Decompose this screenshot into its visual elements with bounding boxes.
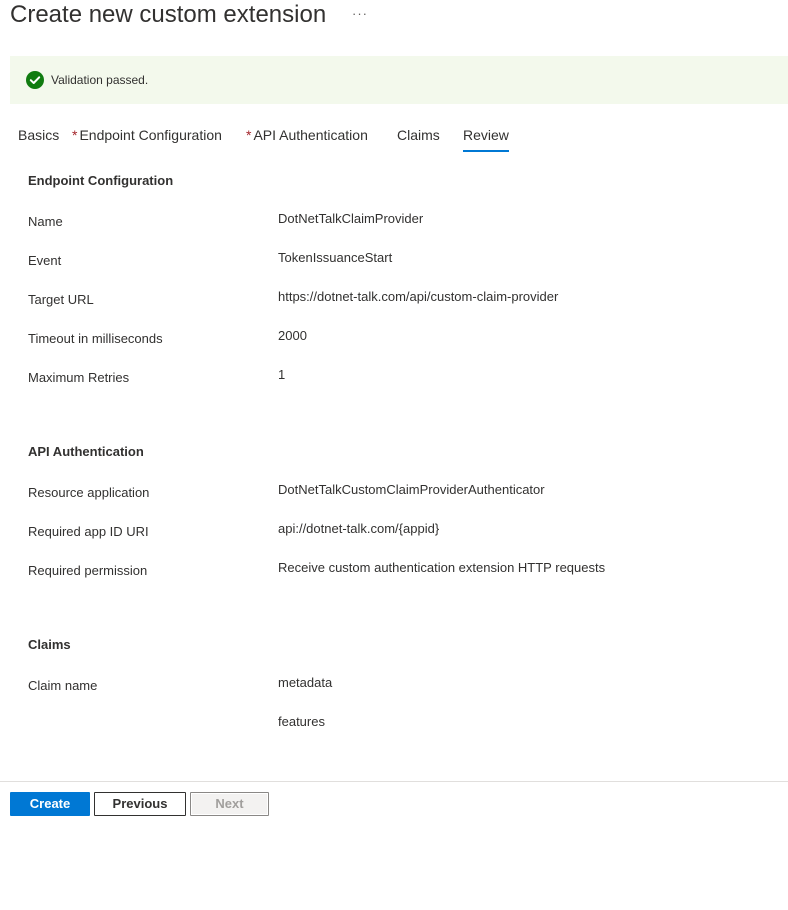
tab-label: Basics (18, 127, 60, 143)
validation-banner: Validation passed. (10, 56, 788, 104)
check-circle-icon (26, 71, 44, 89)
next-button: Next (190, 792, 269, 816)
field-label-resource-application: Resource application (28, 485, 150, 500)
field-value-max-retries: 1 (278, 367, 286, 382)
field-label-target-url: Target URL (28, 292, 94, 307)
field-label-timeout: Timeout in milliseconds (28, 331, 163, 346)
create-button[interactable]: Create (10, 792, 90, 816)
field-label-app-id-uri: Required app ID URI (28, 524, 149, 539)
tab-api-authentication[interactable]: * API Authentication (246, 126, 368, 152)
required-marker: * (246, 127, 252, 143)
field-value-target-url: https://dotnet-talk.com/api/custom-claim… (278, 289, 559, 304)
tab-label: Review (463, 127, 509, 143)
tab-claims[interactable]: Claims (397, 126, 440, 152)
claim-value-features: features (278, 714, 325, 729)
required-marker: * (72, 127, 78, 143)
field-label-claim-name: Claim name (28, 678, 98, 693)
field-value-timeout: 2000 (278, 328, 307, 343)
more-options-icon[interactable]: ··· (352, 4, 372, 24)
wizard-tabs: Basics * Endpoint Configuration * API Auth… (0, 120, 788, 156)
claim-value-metadata: metadata (278, 675, 333, 690)
field-label-event: Event (28, 253, 62, 268)
tab-review[interactable]: Review (463, 126, 509, 152)
tab-label: Endpoint Configuration (79, 127, 222, 143)
field-value-resource-application: DotNetTalkCustomClaimProviderAuthenticat… (278, 482, 545, 497)
page-title: Create new custom extension (10, 1, 327, 28)
api-auth-section-title: API Authentication (28, 444, 144, 459)
footer-divider (0, 781, 788, 782)
field-value-event: TokenIssuanceStart (278, 250, 393, 265)
field-value-name: DotNetTalkClaimProvider (278, 211, 424, 226)
tab-label: Claims (397, 127, 440, 143)
tab-endpoint-configuration[interactable]: * Endpoint Configuration (72, 126, 222, 152)
previous-button[interactable]: Previous (94, 792, 186, 816)
claims-section-title: Claims (28, 637, 71, 652)
validation-message: Validation passed. (51, 73, 149, 87)
tab-label: API Authentication (253, 127, 368, 143)
field-label-name: Name (28, 214, 63, 229)
field-label-max-retries: Maximum Retries (28, 370, 130, 385)
field-label-required-permission: Required permission (28, 563, 148, 578)
field-value-required-permission: Receive custom authentication extension … (278, 560, 606, 575)
endpoint-section-title: Endpoint Configuration (28, 173, 174, 188)
create-custom-extension-page: Create new custom extension ··· Validati… (0, 0, 788, 910)
field-value-app-id-uri: api://dotnet-talk.com/{appid} (278, 521, 440, 536)
tab-basics[interactable]: Basics (18, 126, 59, 152)
